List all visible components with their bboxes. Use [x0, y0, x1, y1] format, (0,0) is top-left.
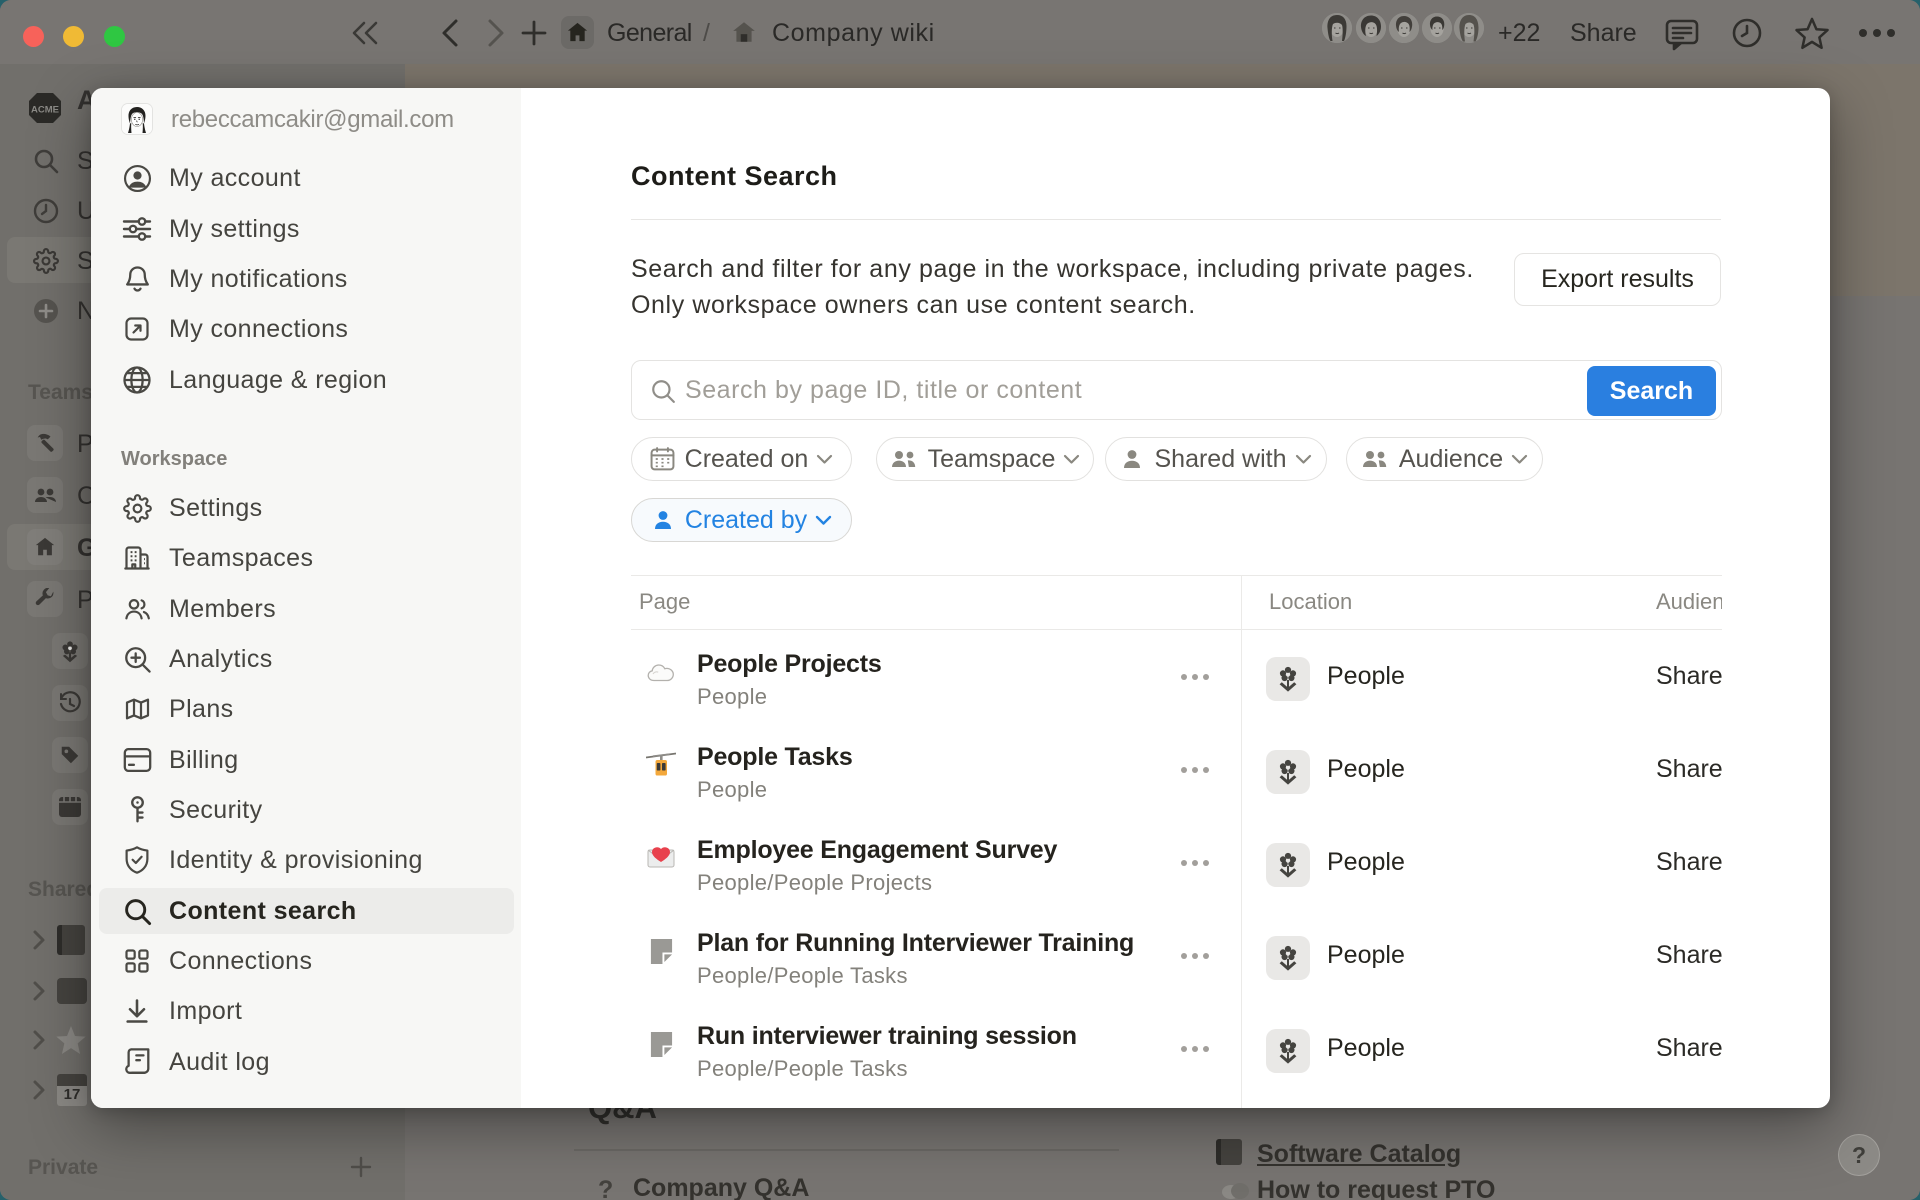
svg-text:ACME: ACME [31, 105, 59, 116]
